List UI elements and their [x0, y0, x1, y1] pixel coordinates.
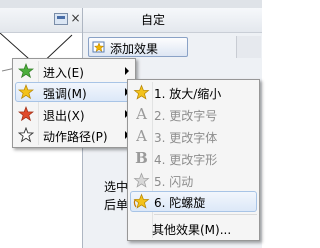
submenu-item-flicker[interactable]: 5. 闪动	[130, 170, 257, 191]
submenu-item-grow-shrink[interactable]: 1. 放大/缩小	[130, 82, 257, 103]
pane-hint-text-line1: 选中	[104, 180, 129, 194]
spin-icon	[133, 193, 150, 209]
red-star-icon	[18, 106, 34, 122]
change-font-icon: A	[136, 127, 147, 145]
menu-item-entrance[interactable]: 进入(E)	[15, 61, 133, 81]
menu-item-exit[interactable]: 退出(X)	[15, 104, 133, 124]
submenu-item-label: 4. 更改字形	[154, 153, 218, 167]
menu-item-emphasis[interactable]: 强调(M)	[15, 82, 133, 102]
add-effect-icon	[92, 41, 105, 53]
submenu-item-label: 5. 闪动	[154, 175, 194, 189]
green-star-icon	[18, 63, 34, 79]
remove-effect-button[interactable]	[236, 36, 261, 58]
flicker-icon	[133, 172, 150, 188]
submenu-item-change-font-size[interactable]: A 2. 更改字号	[130, 104, 257, 125]
menu-item-label: 进入(E)	[43, 66, 84, 80]
submenu-item-label: 1. 放大/缩小	[154, 87, 222, 101]
close-icon[interactable]: ×	[69, 11, 82, 25]
custom-animation-header	[83, 8, 262, 33]
outline-star-icon	[18, 127, 34, 143]
submenu-item-label: 6. 陀螺旋	[154, 196, 206, 210]
menu-separator	[154, 214, 257, 215]
change-font-style-icon: B	[135, 149, 148, 167]
menu-item-label: 强调(M)	[43, 87, 87, 101]
outline-tab-icon[interactable]	[54, 13, 68, 25]
submenu-item-spin[interactable]: 6. 陀螺旋	[130, 191, 257, 212]
pane-title: 自定	[141, 13, 166, 27]
change-font-size-icon: A	[136, 105, 147, 123]
grow-shrink-icon	[133, 84, 150, 100]
more-effects-item[interactable]: 其他效果(M)...	[152, 221, 231, 238]
add-effect-menu: 进入(E) 强调(M) 退出(X) 动作路径(P)	[12, 58, 136, 148]
menu-item-motion-path[interactable]: 动作路径(P)	[15, 125, 133, 145]
menu-item-label: 动作路径(P)	[43, 130, 108, 144]
menu-item-label: 退出(X)	[43, 109, 85, 123]
add-effect-label: 添加效果	[110, 42, 159, 56]
submenu-item-change-font[interactable]: A 3. 更改字体	[130, 126, 257, 147]
emphasis-submenu: 1. 放大/缩小 A 2. 更改字号 A 3. 更改字体 B 4. 更改字形 5…	[127, 79, 260, 241]
window-top-strip	[0, 0, 262, 8]
submenu-item-label: 2. 更改字号	[154, 109, 218, 123]
yellow-star-icon	[18, 84, 34, 100]
submenu-item-change-font-style[interactable]: B 4. 更改字形	[130, 148, 257, 169]
submenu-item-label: 3. 更改字体	[154, 131, 218, 145]
submenu-arrow-icon	[125, 67, 129, 75]
pane-hint-text-line2: 后单	[104, 198, 129, 212]
add-effect-button[interactable]: 添加效果	[88, 37, 188, 57]
